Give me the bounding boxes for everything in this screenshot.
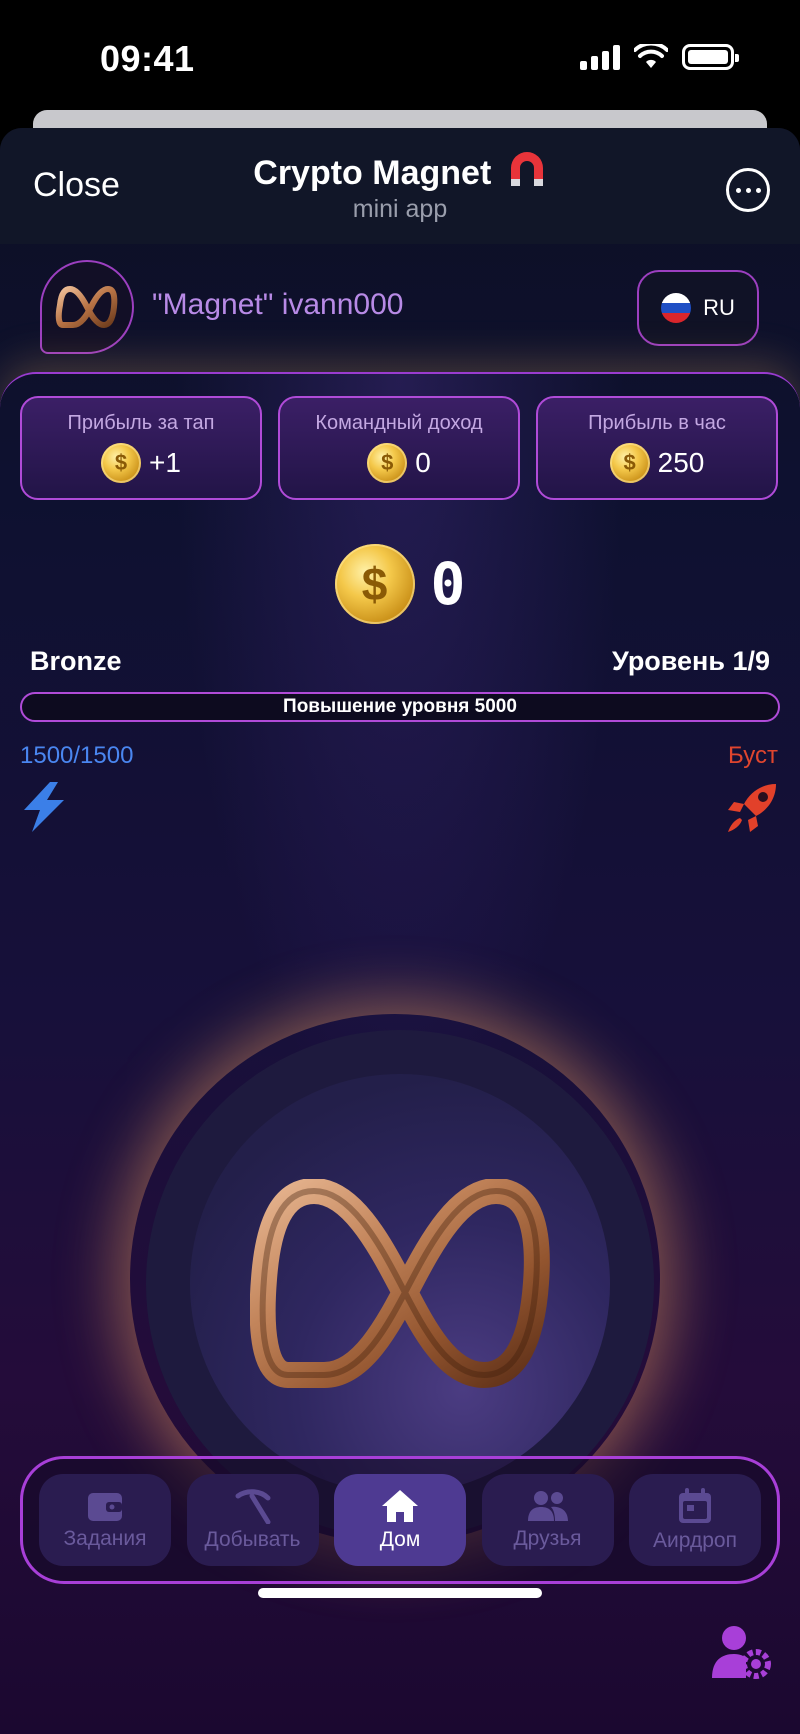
home-indicator [258, 1588, 542, 1598]
balance-value: 0 [430, 550, 466, 618]
stat-value: +1 [149, 447, 181, 478]
pickaxe-icon [235, 1489, 270, 1524]
main-panel: Прибыль за тап $ +1 Командный доход $ 0 … [0, 372, 800, 1734]
level-bar-text: Повышение уровня 5000 [283, 696, 517, 717]
tap-button-inner [190, 1074, 610, 1494]
avatar[interactable] [40, 260, 134, 354]
nav-tab-tasks[interactable]: Задания [39, 1474, 171, 1566]
stat-label: Прибыль за тап [67, 412, 215, 434]
nav-tab-friends[interactable]: Друзья [481, 1474, 614, 1566]
level-progress-bar: Повышение уровня 5000 [20, 692, 780, 722]
nav-tab-airdrop[interactable]: Аирдроп [629, 1474, 761, 1566]
nav-label: Добывать [204, 1528, 301, 1551]
status-icons [580, 44, 739, 70]
coin-icon: $ [367, 443, 408, 483]
more-options-button[interactable] [726, 168, 770, 212]
stat-label: Прибыль в час [588, 412, 726, 434]
stat-cards: Прибыль за тап $ +1 Командный доход $ 0 … [20, 396, 778, 500]
lightning-icon [24, 782, 64, 832]
stat-value: 250 [657, 447, 705, 478]
nav-label: Задания [63, 1527, 147, 1550]
cellular-signal-icon [580, 44, 620, 70]
magnet-icon [510, 152, 543, 186]
wifi-icon [634, 44, 668, 68]
wallet-icon [88, 1493, 122, 1521]
nav-tab-mine[interactable]: Добывать [186, 1474, 319, 1566]
calendar-icon [679, 1488, 711, 1523]
bottom-nav: Задания Добывать Дом Друзья Аирдроп [20, 1456, 780, 1584]
stat-card-team-income: Командный доход $ 0 [278, 396, 520, 500]
stat-value: 0 [415, 447, 431, 478]
level-label: Уровень 1/9 [612, 646, 770, 676]
mini-app: Close Crypto Magnet mini app "Magnet" iv… [0, 128, 800, 1734]
coin-icon: $ [101, 443, 142, 483]
infinity-logo-icon [250, 1179, 550, 1388]
title-block: Crypto Magnet mini app [0, 150, 800, 224]
nav-label: Дом [379, 1528, 421, 1551]
status-time: 09:41 [100, 38, 195, 79]
nav-label: Друзья [513, 1527, 582, 1550]
infinity-logo-icon [55, 286, 118, 328]
app-title: Crypto Magnet [0, 150, 800, 193]
league-name: Bronze [30, 646, 122, 676]
user-settings-icon[interactable] [712, 1624, 772, 1680]
stat-card-profit-per-tap: Прибыль за тап $ +1 [20, 396, 262, 500]
battery-icon [682, 44, 739, 70]
balance: $ 0 [0, 544, 800, 624]
app-subtitle: mini app [352, 195, 448, 223]
language-label: RU [703, 295, 735, 320]
app-title-text: Crypto Magnet [253, 154, 492, 192]
stat-label: Командный доход [315, 412, 483, 434]
boost-label[interactable]: Буст [728, 742, 778, 770]
nav-tab-home[interactable]: Дом [334, 1474, 466, 1566]
energy-counter: 1500/1500 [20, 742, 134, 769]
username: "Magnet" ivann000 [152, 288, 404, 321]
coin-icon: $ [609, 443, 650, 483]
language-button[interactable]: RU [637, 270, 759, 346]
app-header: Close Crypto Magnet mini app [0, 128, 800, 244]
rocket-icon[interactable] [726, 782, 778, 834]
friends-icon [527, 1491, 568, 1521]
stat-card-profit-per-hour: Прибыль в час $ 250 [536, 396, 778, 500]
home-icon [382, 1490, 418, 1522]
russia-flag-icon [661, 293, 692, 323]
status-bar: 09:41 [0, 0, 800, 110]
coin-icon: $ [334, 544, 415, 624]
nav-label: Аирдроп [653, 1529, 737, 1552]
